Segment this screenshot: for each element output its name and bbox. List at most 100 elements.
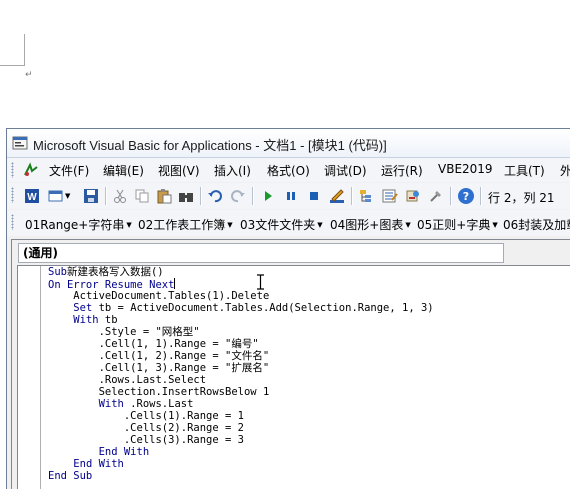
margin-indicator-bar[interactable] (18, 266, 41, 489)
vba-project-icon[interactable] (23, 162, 39, 178)
window-title: Microsoft Visual Basic for Applications … (33, 138, 387, 153)
properties-icon[interactable] (381, 187, 399, 205)
code-line[interactable]: .Cells(3).Range = 3 (48, 434, 570, 446)
code-keyword: Set (73, 302, 93, 314)
code-token: .Cells(1).Range = 1 (123, 410, 244, 422)
code-editor[interactable]: Sub新建表格写入数据() On Error Resume Next Active… (17, 265, 570, 489)
object-combo[interactable]: (通用) (18, 243, 504, 263)
code-line[interactable]: .Cell(1, 3).Range = "扩展名" (48, 362, 570, 374)
redo-icon[interactable] (229, 187, 247, 205)
code-line[interactable]: Sub新建表格写入数据() (48, 266, 570, 278)
undo-icon[interactable] (206, 187, 224, 205)
addin-menu-regex-dict[interactable]: 05正则+字典 ▼ (417, 216, 498, 233)
find-icon[interactable] (177, 187, 195, 205)
paragraph-mark: ↵ (25, 70, 33, 80)
addin-menu-worksheet[interactable]: 02工作表工作簿 ▼ (138, 216, 233, 233)
addin-toolbar: 01Range+字符串 ▼ 02工作表工作簿 ▼ 03文件文件夹 ▼ 04图形+图表 ▼… (7, 210, 570, 236)
separator (105, 187, 107, 205)
menu-debug[interactable]: 调试(D) (324, 162, 367, 179)
vba-app-icon (12, 136, 28, 150)
word-document-area[interactable]: ↵ (0, 0, 570, 128)
code-keyword: End With (98, 446, 150, 458)
code-text[interactable]: Sub新建表格写入数据() On Error Resume Next Active… (48, 266, 570, 489)
dropdown-arrow-icon: ▼ (317, 221, 323, 229)
code-keyword: End Sub (48, 470, 93, 482)
menu-bar: 文件(F) 编辑(E) 视图(V) 插入(I) 格式(O) 调试(D) 运行(R… (7, 158, 570, 182)
addin-menu-range-string[interactable]: 01Range+字符串 ▼ (25, 216, 132, 233)
design-mode-icon[interactable] (328, 187, 346, 205)
code-token: .Rows.Last.Select (98, 374, 207, 386)
menu-tools[interactable]: 工具(T) (504, 162, 545, 179)
reset-icon[interactable] (305, 187, 323, 205)
svg-text:W: W (27, 192, 37, 203)
dropdown-arrow-icon: ▼ (405, 221, 411, 229)
menu-addins[interactable]: 外 (560, 162, 570, 179)
separator (351, 187, 353, 205)
code-token: .Cell(1, 1).Range = "编号" (98, 338, 259, 350)
code-line[interactable]: .Cell(1, 2).Range = "文件名" (48, 350, 570, 362)
code-token: .Cell(1, 2).Range = "文件名" (98, 350, 270, 362)
help-icon[interactable]: ? (457, 187, 475, 205)
code-line[interactable]: .Cells(1).Range = 1 (48, 410, 570, 422)
code-line[interactable]: On Error Resume Next (48, 278, 570, 291)
word-icon[interactable]: W (23, 187, 41, 205)
code-line[interactable]: End Sub (48, 470, 570, 482)
code-line[interactable]: .Cells(2).Range = 2 (48, 422, 570, 434)
ibeam-cursor-icon (257, 274, 264, 290)
code-line[interactable]: .Cell(1, 1).Range = "编号" (48, 338, 570, 350)
title-bar[interactable]: Microsoft Visual Basic for Applications … (7, 129, 570, 158)
menu-file[interactable]: 文件(F) (49, 162, 89, 179)
dropdown-arrow-icon[interactable]: ▼ (65, 192, 70, 200)
addin-menu-package-load[interactable]: 06封装及加载 (503, 216, 570, 233)
separator (200, 187, 202, 205)
code-keyword: End With (73, 458, 124, 470)
toolbox-icon[interactable] (427, 187, 445, 205)
addin-menu-shape-chart[interactable]: 04图形+图表 ▼ (330, 216, 411, 233)
code-token: 新建表格写入数据() (66, 266, 164, 278)
code-line[interactable]: With tb (48, 314, 570, 326)
addin-menu-file-folder[interactable]: 03文件文件夹 ▼ (240, 216, 323, 233)
standard-toolbar: W ▼ ? 行 2，列 21 (7, 183, 570, 209)
separator (450, 187, 452, 205)
menu-vbe2019[interactable]: VBE2019 (438, 162, 493, 176)
crop-mark (24, 34, 25, 66)
project-explorer-icon[interactable] (358, 187, 376, 205)
insert-userform-icon[interactable] (47, 187, 65, 205)
crop-mark (0, 65, 24, 66)
grip-handle[interactable] (11, 214, 14, 230)
separator (252, 187, 254, 205)
menu-insert[interactable]: 插入(I) (214, 162, 251, 179)
paste-icon[interactable] (155, 187, 173, 205)
code-line[interactable]: With .Rows.Last (48, 398, 570, 410)
code-line[interactable]: End With (48, 458, 570, 470)
code-token: .Cell(1, 3).Range = "扩展名" (98, 362, 270, 374)
dropdown-arrow-icon: ▼ (227, 221, 233, 229)
menu-view[interactable]: 视图(V) (158, 162, 200, 179)
vba-editor-window: Microsoft Visual Basic for Applications … (6, 128, 570, 489)
code-window: (通用) Sub新建表格写入数据() On Error Resume Next A… (11, 239, 570, 489)
code-line[interactable]: Set tb = ActiveDocument.Tables.Add(Selec… (48, 302, 570, 314)
code-line[interactable]: Selection.InsertRowsBelow 1 (48, 386, 570, 398)
run-icon[interactable] (259, 187, 277, 205)
code-keyword: With (98, 398, 124, 410)
break-icon[interactable] (282, 187, 300, 205)
menu-run[interactable]: 运行(R) (381, 162, 423, 179)
separator (480, 187, 482, 205)
code-line[interactable]: ActiveDocument.Tables(1).Delete (48, 290, 570, 302)
save-icon[interactable] (82, 187, 100, 205)
copy-icon[interactable] (133, 187, 151, 205)
dropdown-arrow-icon: ▼ (492, 221, 498, 229)
menu-edit[interactable]: 编辑(E) (103, 162, 144, 179)
code-line[interactable]: End With (48, 446, 570, 458)
grip-handle[interactable] (11, 187, 14, 203)
code-keyword: Sub (48, 266, 67, 278)
dropdown-arrow-icon: ▼ (126, 221, 132, 229)
code-line[interactable]: .Rows.Last.Select (48, 374, 570, 386)
cursor-position: 行 2，列 21 (488, 191, 555, 205)
grip-handle[interactable] (11, 162, 14, 178)
menu-format[interactable]: 格式(O) (267, 162, 310, 179)
code-token: .Cells(3).Range = 3 (123, 434, 244, 446)
code-line[interactable]: .Style = "网格型" (48, 326, 570, 338)
object-browser-icon[interactable] (404, 187, 422, 205)
cut-icon[interactable] (111, 187, 129, 205)
